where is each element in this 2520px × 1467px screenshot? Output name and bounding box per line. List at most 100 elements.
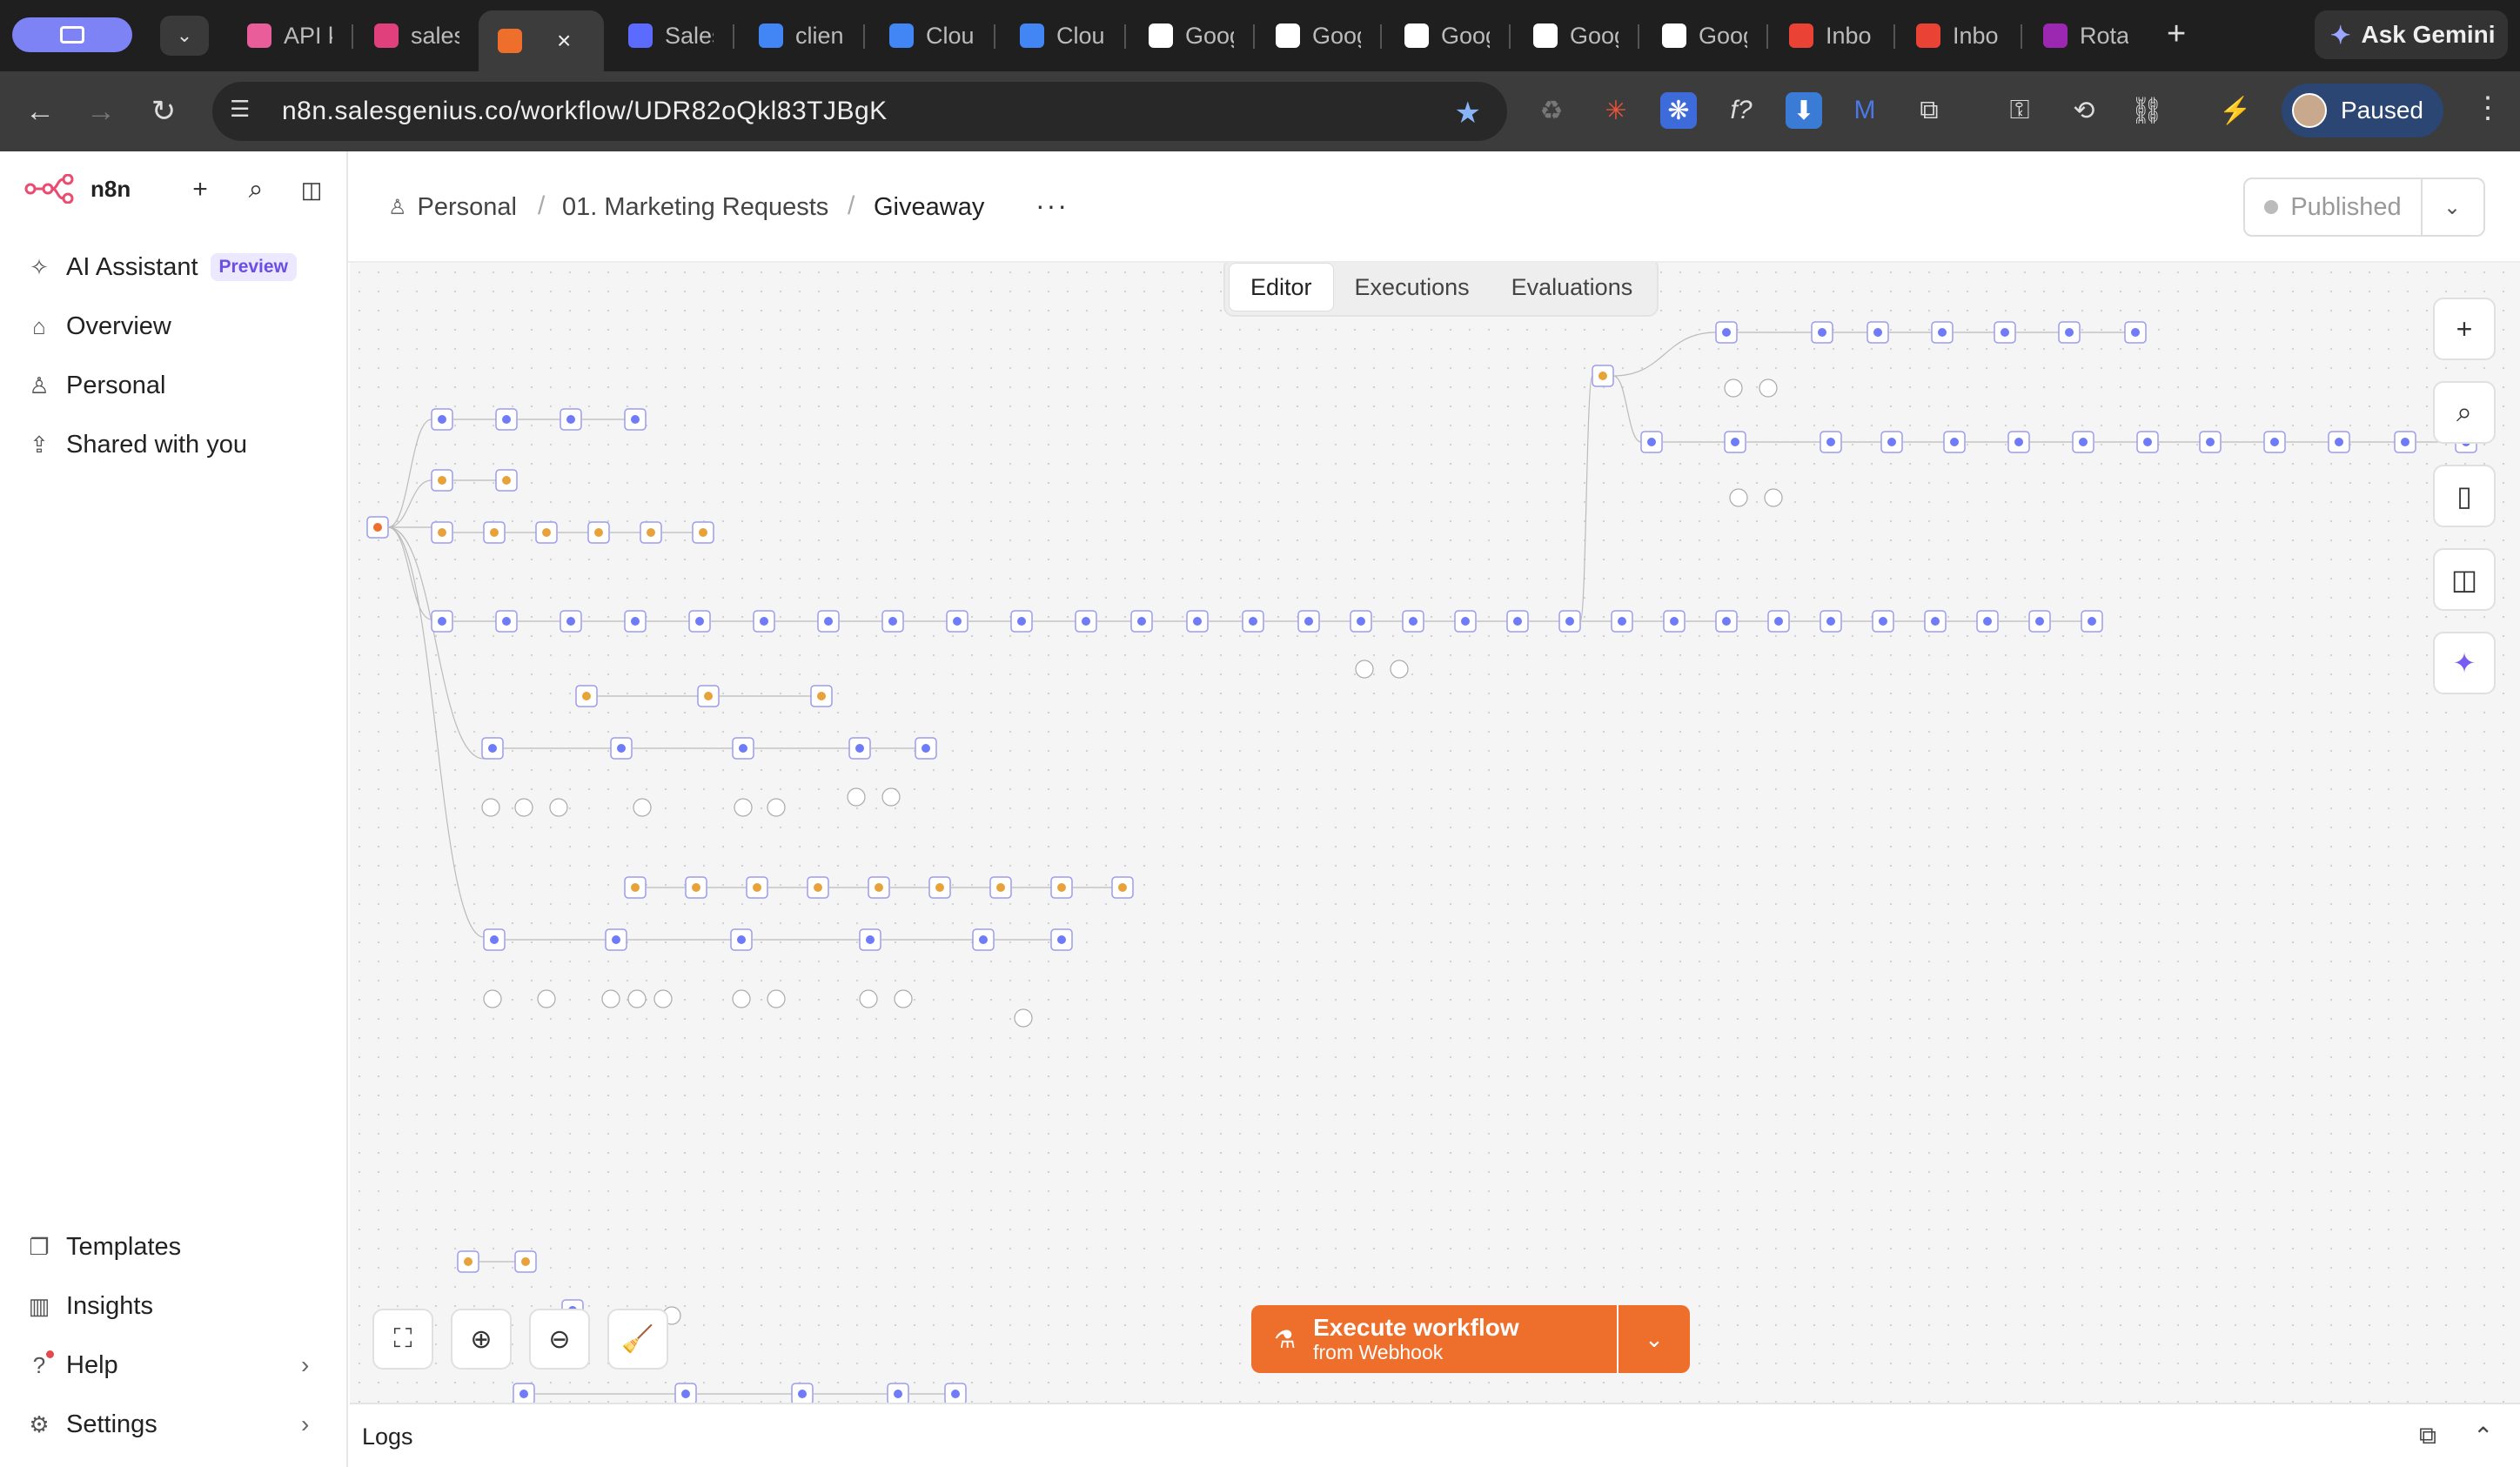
sub-node[interactable] xyxy=(483,989,502,1008)
node-icon[interactable] xyxy=(2335,438,2343,446)
node-icon[interactable] xyxy=(1722,617,1731,626)
node-icon[interactable] xyxy=(1082,617,1090,626)
tab-search-button[interactable] xyxy=(12,17,132,52)
node-icon[interactable] xyxy=(692,883,700,892)
node-icon[interactable] xyxy=(951,1390,960,1398)
node-icon[interactable] xyxy=(1249,617,1257,626)
extension-m-icon[interactable]: M xyxy=(1846,92,1883,129)
published-button[interactable]: Published xyxy=(2243,178,2423,237)
workflow-name[interactable]: Giveaway xyxy=(874,193,984,222)
browser-tab[interactable]: Goog xyxy=(1643,10,1765,61)
workflow-graph[interactable] xyxy=(350,263,2520,1403)
node-icon[interactable] xyxy=(502,476,511,485)
node-icon[interactable] xyxy=(2001,328,2009,337)
node-icon[interactable] xyxy=(737,935,746,944)
node-icon[interactable] xyxy=(1826,617,1835,626)
browser-tab[interactable]: Goog xyxy=(1385,10,1507,61)
node-icon[interactable] xyxy=(699,528,707,537)
node-icon[interactable] xyxy=(1409,617,1418,626)
sub-node[interactable] xyxy=(847,787,866,807)
extension-formula-icon[interactable]: f? xyxy=(1723,92,1759,129)
node-icon[interactable] xyxy=(1357,617,1365,626)
password-key-icon[interactable]: ⚿ xyxy=(2001,92,2038,129)
node-icon[interactable] xyxy=(521,1257,530,1266)
sidebar-item-ai-assistant[interactable]: ✧ AI Assistant Preview xyxy=(24,252,297,282)
sub-node[interactable] xyxy=(514,798,533,817)
node-icon[interactable] xyxy=(1983,617,1992,626)
panel-toggle-icon[interactable]: ◫ xyxy=(2433,548,2496,611)
breadcrumb-personal[interactable]: ♙ Personal xyxy=(388,193,517,222)
node-icon[interactable] xyxy=(582,692,591,700)
node-icon[interactable] xyxy=(1722,328,1731,337)
sub-node[interactable] xyxy=(1764,488,1783,507)
link-icon[interactable]: ⛓ xyxy=(2128,92,2165,129)
node-icon[interactable] xyxy=(2401,438,2409,446)
node-icon[interactable] xyxy=(1461,617,1470,626)
node-icon[interactable] xyxy=(464,1257,473,1266)
sub-node[interactable] xyxy=(549,798,568,817)
node-icon[interactable] xyxy=(753,883,761,892)
node-icon[interactable] xyxy=(760,617,768,626)
node-icon[interactable] xyxy=(2035,617,2044,626)
sub-node[interactable] xyxy=(859,989,878,1008)
node-icon[interactable] xyxy=(979,935,988,944)
node-icon[interactable] xyxy=(798,1390,807,1398)
url-text[interactable]: n8n.salesgenius.co/workflow/UDR82oQkl83T… xyxy=(282,97,888,126)
sub-node[interactable] xyxy=(1390,660,1409,679)
ai-sparkle-icon[interactable]: ✦ xyxy=(2433,632,2496,694)
sub-node[interactable] xyxy=(881,787,901,807)
sub-node[interactable] xyxy=(1729,488,1748,507)
node-icon[interactable] xyxy=(1731,438,1739,446)
node-icon[interactable] xyxy=(438,476,446,485)
node-icon[interactable] xyxy=(1670,617,1679,626)
node-icon[interactable] xyxy=(2206,438,2215,446)
sub-node[interactable] xyxy=(627,989,647,1008)
forward-arrow-icon[interactable]: → xyxy=(80,90,122,132)
pop-out-icon[interactable]: ⧉ xyxy=(2419,1422,2436,1450)
logs-panel[interactable]: Logs ⧉ ⌃ xyxy=(350,1403,2520,1467)
node-icon[interactable] xyxy=(2270,438,2279,446)
execute-workflow-button[interactable]: ⚗ Execute workflow from Webhook xyxy=(1251,1305,1617,1373)
more-options-icon[interactable]: ··· xyxy=(1035,190,1069,222)
browser-menu-icon[interactable]: ⋮ xyxy=(2473,90,2503,125)
node-icon[interactable] xyxy=(542,528,551,537)
node-icon[interactable] xyxy=(2014,438,2023,446)
extension-claude-icon[interactable]: ✳ xyxy=(1598,92,1634,129)
node-icon[interactable] xyxy=(2131,328,2140,337)
node-icon[interactable] xyxy=(2079,438,2088,446)
back-arrow-icon[interactable]: ← xyxy=(19,90,61,132)
extensions-puzzle-icon[interactable]: ⧉ xyxy=(1911,92,1947,129)
node-icon[interactable] xyxy=(704,692,713,700)
browser-tab[interactable]: sales xyxy=(355,10,477,61)
node-icon[interactable] xyxy=(996,883,1005,892)
node-icon[interactable] xyxy=(438,617,446,626)
add-plus-icon[interactable]: + xyxy=(183,172,218,207)
sticky-note-icon[interactable]: ▯ xyxy=(2433,465,2496,527)
node-icon[interactable] xyxy=(1304,617,1313,626)
sub-node[interactable] xyxy=(633,798,652,817)
node-icon[interactable] xyxy=(1931,617,1940,626)
execute-dropdown-chevron-icon[interactable]: ⌄ xyxy=(1619,1305,1690,1373)
extension-recycle-icon[interactable]: ♻ xyxy=(1533,92,1570,129)
workflow-canvas[interactable]: Editor Executions Evaluations + ⌕ ▯ ◫ ✦ … xyxy=(350,263,2520,1403)
reload-icon[interactable]: ↻ xyxy=(143,90,184,132)
node-icon[interactable] xyxy=(1950,438,1959,446)
node-icon[interactable] xyxy=(2143,438,2152,446)
node-icon[interactable] xyxy=(2065,328,2074,337)
browser-tab[interactable]: Sales xyxy=(609,10,731,61)
node-icon[interactable] xyxy=(1118,883,1127,892)
node-icon[interactable] xyxy=(490,528,499,537)
browser-tab[interactable]: Inbo xyxy=(1770,10,1892,61)
node-icon[interactable] xyxy=(681,1390,690,1398)
node-icon[interactable] xyxy=(1879,617,1887,626)
sub-node[interactable] xyxy=(601,989,620,1008)
sidebar-item-templates[interactable]: ❐ Templates xyxy=(24,1232,181,1262)
tab-executions[interactable]: Executions xyxy=(1334,263,1491,311)
add-node-plus-icon[interactable]: + xyxy=(2433,298,2496,360)
browser-tab[interactable]: Goog xyxy=(1129,10,1251,61)
node-icon[interactable] xyxy=(438,528,446,537)
breadcrumb-folder[interactable]: 01. Marketing Requests xyxy=(562,193,828,222)
browser-tab[interactable]: Inbo xyxy=(1897,10,2019,61)
sub-node[interactable] xyxy=(732,989,751,1008)
history-icon[interactable]: ⟲ xyxy=(2066,92,2102,129)
